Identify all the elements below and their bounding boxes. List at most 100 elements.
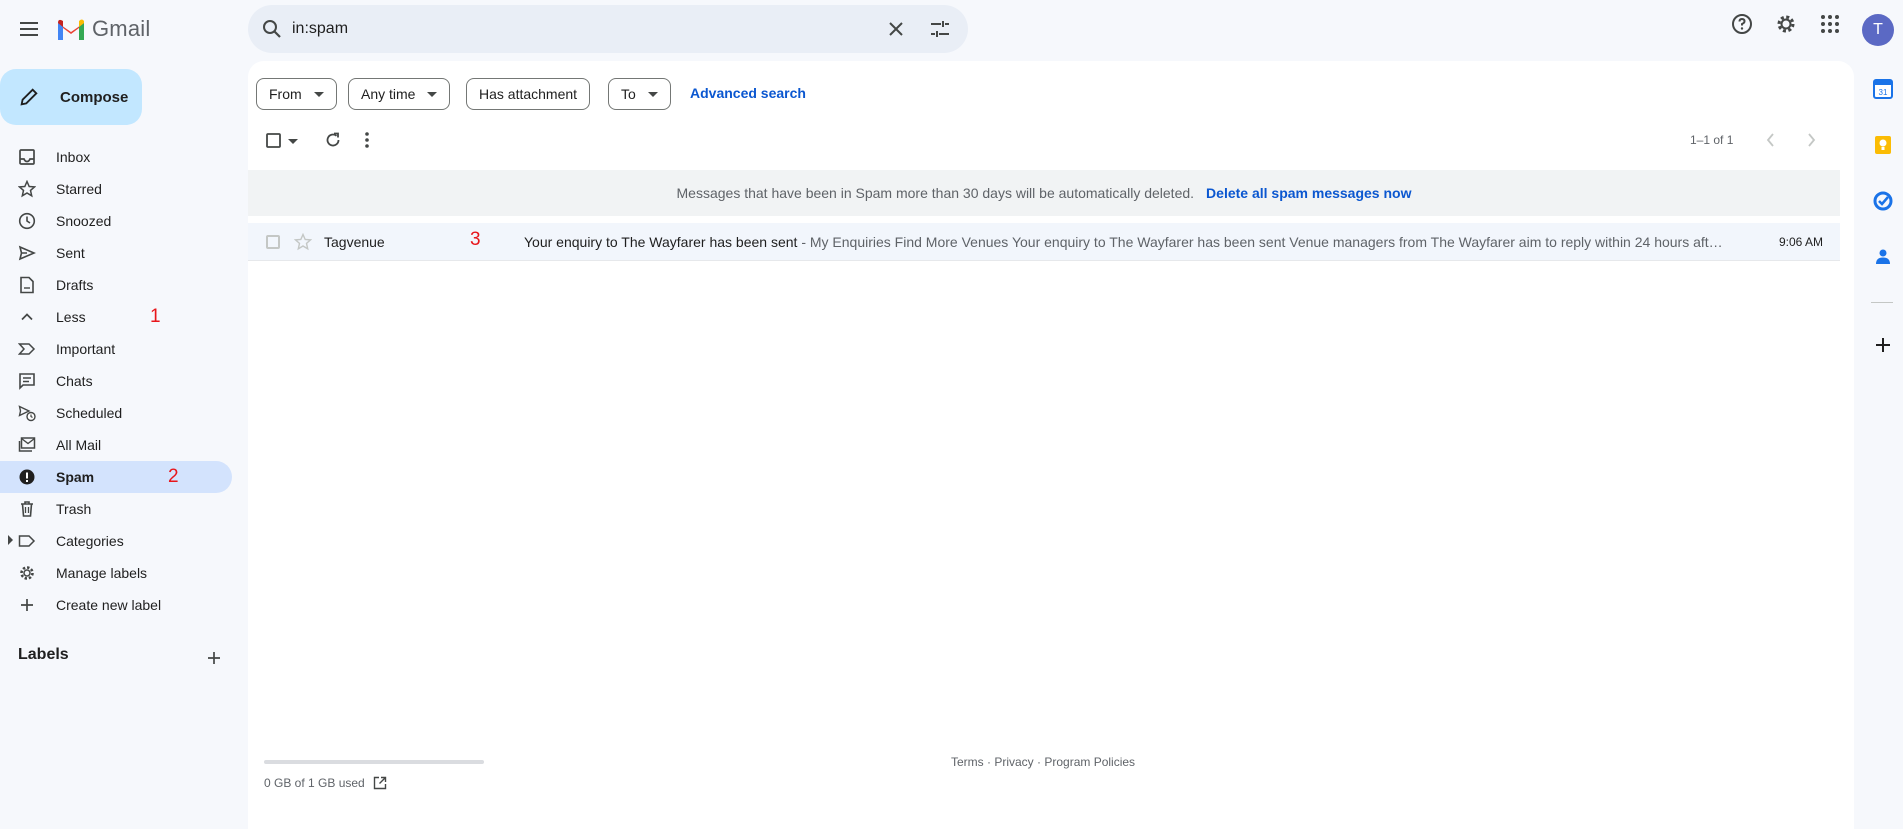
search-icon[interactable]	[260, 17, 284, 41]
plus-icon	[18, 596, 36, 614]
inbox-icon	[18, 148, 36, 166]
from-filter-chip[interactable]: From	[256, 78, 337, 110]
dropdown-arrow-icon	[647, 91, 658, 97]
gmail-m-icon	[58, 19, 84, 40]
search-bar	[248, 5, 968, 53]
program-policies-link[interactable]: Program Policies	[1044, 755, 1135, 769]
sidebar-item-label: Drafts	[56, 277, 94, 293]
settings-gear-icon[interactable]	[1774, 12, 1798, 36]
spam-notice-text: Messages that have been in Spam more tha…	[676, 185, 1195, 201]
email-snippet: - My Enquiries Find More Venues Your enq…	[797, 234, 1723, 250]
refresh-icon[interactable]	[324, 131, 342, 149]
dropdown-arrow-icon	[427, 91, 438, 97]
apps-grid-icon[interactable]	[1818, 12, 1842, 36]
label-icon	[18, 532, 36, 550]
sidebar-item-important[interactable]: Important	[0, 333, 232, 365]
scheduled-icon	[18, 404, 36, 422]
sidebar-item-label: Inbox	[56, 149, 91, 165]
compose-label: Compose	[60, 88, 129, 106]
keep-icon[interactable]	[1873, 135, 1893, 155]
sidebar-item-sent[interactable]: Sent	[0, 237, 232, 269]
spam-icon	[18, 468, 36, 486]
sidebar-item-starred[interactable]: Starred	[0, 173, 232, 205]
top-header: Gmail T	[0, 0, 1903, 58]
star-icon[interactable]	[294, 233, 312, 251]
terms-link[interactable]: Terms	[951, 755, 984, 769]
sidebar-item-label: Scheduled	[56, 405, 123, 421]
expand-caret-icon[interactable]	[8, 535, 14, 545]
footer-separator: ·	[1033, 755, 1045, 769]
get-addons-plus-icon[interactable]	[1873, 335, 1893, 355]
to-filter-chip[interactable]: To	[608, 78, 671, 110]
clock-icon	[18, 212, 36, 230]
hamburger-icon	[20, 22, 38, 36]
main-panel: From Any time Has attachment To Advanced…	[248, 61, 1854, 829]
select-dropdown-icon[interactable]	[288, 139, 298, 144]
app-name: Gmail	[92, 16, 151, 41]
draft-icon	[18, 276, 36, 294]
email-time: 9:06 AM	[1779, 235, 1824, 249]
dropdown-arrow-icon	[313, 91, 324, 97]
sidebar-item-label: Important	[56, 341, 116, 357]
chevron-up-icon	[18, 308, 36, 326]
contacts-icon[interactable]	[1873, 247, 1893, 267]
search-options-icon[interactable]	[928, 17, 952, 41]
row-checkbox[interactable]	[266, 235, 280, 249]
sidebar-item-label: Manage labels	[56, 565, 148, 581]
sidebar-item-snoozed[interactable]: Snoozed	[0, 205, 232, 237]
more-options-icon[interactable]	[364, 131, 370, 149]
sidebar-item-chats[interactable]: Chats	[0, 365, 232, 397]
account-avatar[interactable]: T	[1862, 14, 1894, 46]
annotation-marker-2: 2	[168, 466, 179, 487]
sidebar-item-label: Snoozed	[56, 213, 112, 229]
add-label-icon[interactable]	[204, 648, 224, 668]
privacy-link[interactable]: Privacy	[994, 755, 1033, 769]
sidebar-item-label: Spam	[56, 469, 95, 485]
prev-page-icon[interactable]	[1766, 133, 1776, 147]
open-in-new-icon[interactable]	[373, 776, 387, 790]
sidebar-item-less[interactable]: Less 1	[0, 301, 232, 333]
has-attachment-filter-chip[interactable]: Has attachment	[466, 78, 591, 110]
storage-usage-bar	[264, 760, 484, 764]
storage-info: 0 GB of 1 GB used	[264, 776, 387, 790]
pencil-icon	[18, 86, 40, 108]
sidebar-item-scheduled[interactable]: Scheduled	[0, 397, 232, 429]
svg-text:31: 31	[1879, 88, 1888, 97]
sidebar-item-trash[interactable]: Trash	[0, 493, 232, 525]
next-page-icon[interactable]	[1806, 133, 1816, 147]
sidebar-item-label: Categories	[56, 533, 124, 549]
sidebar-nav: Inbox Starred Snoozed Sent Drafts Less 1…	[0, 141, 232, 621]
labels-heading: Labels	[18, 646, 69, 663]
rail-divider	[1871, 302, 1893, 303]
sidebar-item-label: Create new label	[56, 597, 162, 613]
send-icon	[18, 244, 36, 262]
trash-icon	[18, 500, 36, 518]
email-sender: Tagvenue	[324, 234, 385, 250]
sidebar-item-label: Sent	[56, 245, 85, 261]
annotation-marker-3: 3	[470, 229, 481, 250]
sidebar-item-create-label[interactable]: Create new label	[0, 589, 232, 621]
sidebar-item-manage-labels[interactable]: Manage labels	[0, 557, 232, 589]
sidebar-item-categories[interactable]: Categories	[0, 525, 232, 557]
sidebar-item-all-mail[interactable]: All Mail	[0, 429, 232, 461]
pagination-text: 1–1 of 1	[1690, 133, 1734, 147]
select-all-checkbox[interactable]	[266, 133, 282, 149]
any-time-filter-chip[interactable]: Any time	[348, 78, 451, 110]
sidebar-item-spam[interactable]: Spam 2	[0, 461, 232, 493]
help-icon[interactable]	[1730, 12, 1754, 36]
tasks-icon[interactable]	[1873, 191, 1893, 211]
compose-button[interactable]: Compose	[0, 69, 142, 125]
gear-icon	[18, 564, 36, 582]
search-input[interactable]	[292, 5, 852, 53]
email-row[interactable]: Tagvenue 3 Your enquiry to The Wayfarer …	[248, 223, 1840, 261]
calendar-icon[interactable]: 31	[1873, 79, 1893, 99]
sidebar-item-label: Starred	[56, 181, 102, 197]
clear-search-icon[interactable]	[884, 17, 908, 41]
sidebar-item-inbox[interactable]: Inbox	[0, 141, 232, 173]
gmail-logo[interactable]: Gmail	[56, 16, 150, 42]
delete-all-spam-link[interactable]: Delete all spam messages now	[1206, 185, 1411, 201]
advanced-search-link[interactable]: Advanced search	[690, 85, 806, 101]
sidebar-item-drafts[interactable]: Drafts	[0, 269, 232, 301]
chip-label: Any time	[361, 86, 416, 102]
main-menu-button[interactable]	[10, 9, 50, 49]
